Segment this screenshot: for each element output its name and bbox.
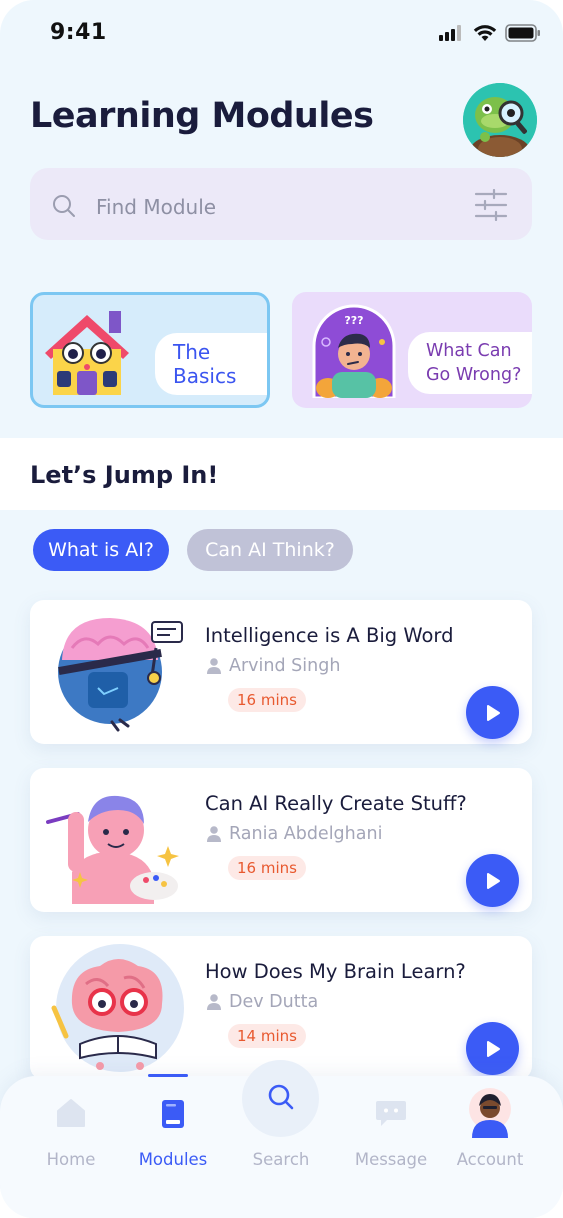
kid-painter-illustration-icon — [46, 795, 179, 904]
robot-brain-illustration-icon — [58, 618, 183, 732]
module-title: Intelligence is A Big Word — [205, 624, 454, 647]
active-tab-indicator — [148, 1074, 188, 1077]
module-title: Can AI Really Create Stuff? — [205, 792, 467, 815]
turtle-avatar-icon — [463, 83, 537, 157]
brain-reading-illustration-icon — [51, 944, 184, 1072]
play-button[interactable] — [466, 1022, 519, 1075]
nav-message-label: Message — [354, 1150, 428, 1169]
book-icon — [162, 1100, 184, 1128]
battery-icon — [505, 24, 540, 42]
chip-what-is-ai[interactable]: What is AI? — [33, 529, 169, 571]
play-button[interactable] — [466, 686, 519, 739]
play-icon — [486, 872, 500, 889]
section-title: Let’s Jump In! — [30, 461, 219, 489]
nav-account-label: Account — [456, 1150, 524, 1169]
person-icon — [207, 826, 221, 842]
status-icons — [439, 24, 541, 42]
search-icon — [53, 195, 75, 217]
person-icon — [207, 994, 221, 1010]
message-icon — [376, 1101, 406, 1126]
status-time: 9:41 — [50, 20, 107, 45]
play-button[interactable] — [466, 854, 519, 907]
module-author: Arvind Singh — [229, 656, 341, 676]
app-screen: 9:41 Learning Modules Find Module The Ba… — [0, 0, 563, 1218]
nav-account[interactable]: Account — [440, 1088, 540, 1174]
nav-home[interactable]: Home — [21, 1094, 121, 1174]
module-author: Dev Dutta — [229, 992, 319, 1012]
svg-text:???: ??? — [344, 314, 363, 327]
page-title: Learning Modules — [30, 96, 374, 136]
category-label: What Can Go Wrong? — [426, 341, 522, 385]
play-icon — [486, 1040, 500, 1057]
nav-search[interactable]: Search — [231, 1094, 331, 1174]
search-input[interactable] — [96, 190, 456, 224]
wifi-icon — [473, 25, 497, 41]
category-card-what-can-go-wrong[interactable]: ??? What Can Go Wrong? — [292, 292, 532, 408]
nav-message[interactable]: Message — [341, 1094, 441, 1174]
filter-sliders-icon[interactable] — [474, 189, 508, 221]
nav-home-label: Home — [46, 1150, 96, 1169]
nav-modules-label: Modules — [138, 1150, 208, 1169]
category-label-box: The Basics — [155, 333, 267, 395]
profile-avatar[interactable] — [463, 83, 537, 157]
home-icon — [57, 1099, 85, 1127]
nav-search-label: Search — [252, 1150, 310, 1169]
confused-person-illustration-icon: ??? — [312, 304, 396, 398]
account-avatar-icon — [469, 1088, 511, 1138]
person-icon — [207, 658, 221, 674]
category-label: The Basics — [173, 340, 237, 388]
category-card-the-basics[interactable]: The Basics — [30, 292, 270, 408]
module-card[interactable]: Can AI Really Create Stuff? Rania Abdelg… — [30, 768, 532, 912]
module-title: How Does My Brain Learn? — [205, 960, 466, 983]
category-label-box: What Can Go Wrong? — [408, 332, 532, 394]
module-author: Rania Abdelghani — [229, 824, 383, 844]
module-card[interactable]: Intelligence is A Big Word Arvind Singh … — [30, 600, 532, 744]
nav-modules[interactable]: Modules — [123, 1094, 223, 1174]
house-illustration-icon — [45, 311, 129, 395]
duration-badge: 14 mins — [228, 1024, 306, 1048]
duration-badge: 16 mins — [228, 856, 306, 880]
duration-badge: 16 mins — [228, 688, 306, 712]
play-icon — [486, 704, 500, 721]
cellular-signal-icon — [439, 25, 461, 41]
status-bar: 9:41 — [0, 0, 563, 70]
module-card[interactable]: How Does My Brain Learn? Dev Dutta 14 mi… — [30, 936, 532, 1080]
chip-can-ai-think[interactable]: Can AI Think? — [187, 529, 353, 571]
